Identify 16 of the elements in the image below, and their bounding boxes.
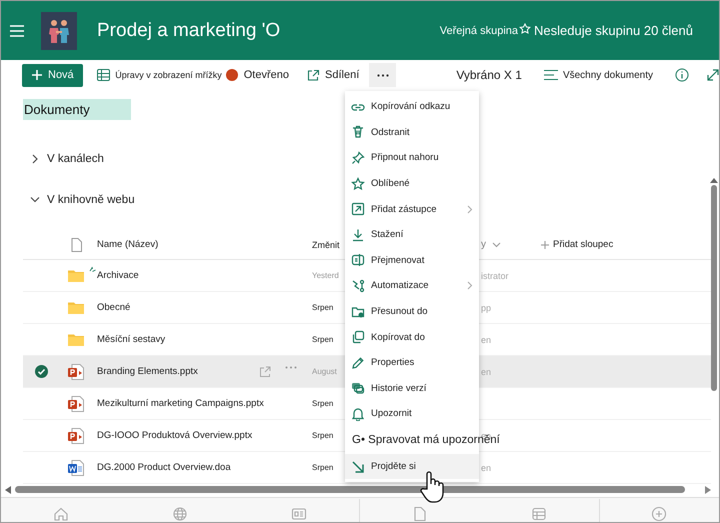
table-cell: en [481,366,492,376]
table-cell: en [481,462,492,472]
library-title: Dokumenty [23,99,131,120]
selection-count: Vybráno X 1 [456,68,522,82]
modified-date: Srpen [312,399,334,408]
modified-date: Srpen [312,463,334,472]
modified-date: August [312,367,337,376]
site-title: Prodej a marketing 'O [97,20,282,42]
table-cell: en [481,334,492,344]
privacy-label: Veřejná skupina [440,24,518,36]
modified-date: Yesterd [312,271,339,280]
table-cell: istrator [481,270,509,280]
modified-date: Srpen [312,431,334,440]
modified-date: Srpen [312,303,334,312]
table-cell: pp [481,302,492,312]
modified-date: Srpen [312,335,334,344]
